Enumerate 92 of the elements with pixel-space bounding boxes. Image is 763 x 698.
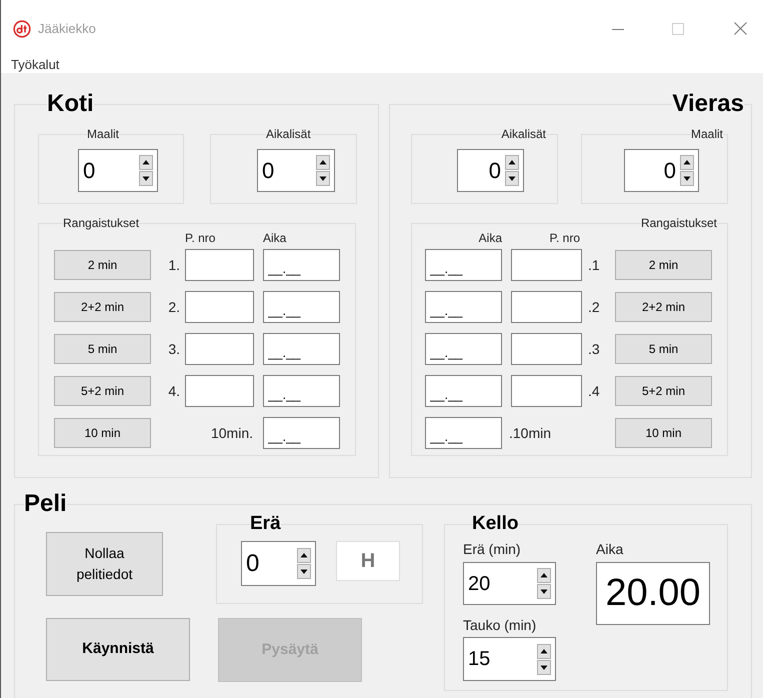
penalty-button[interactable]: 2+2 min [54, 292, 151, 322]
group-title: Peli [24, 490, 67, 518]
row-number: 3. [167, 340, 181, 358]
period-indicator: H [336, 541, 400, 581]
spin-up-button[interactable] [316, 155, 330, 170]
text-field[interactable]: __.__ [425, 291, 502, 323]
text-field[interactable]: __.__ [425, 249, 502, 281]
spin-down-button[interactable] [316, 171, 330, 186]
group-title: Rangaistukset [63, 216, 140, 231]
column-header: P. nro [185, 231, 216, 245]
spin-down-button[interactable] [297, 564, 311, 579]
text-field[interactable] [185, 333, 254, 365]
group-title: Vieras [672, 90, 744, 118]
text-field[interactable] [511, 333, 582, 365]
spin-up-button[interactable] [537, 568, 551, 583]
window-title: Jääkiekko [38, 20, 96, 38]
text-field[interactable]: __.__ [425, 375, 502, 407]
timeouts-spinner[interactable]: 0 [257, 149, 335, 192]
spin-down-button[interactable] [505, 171, 519, 186]
penalty-button[interactable]: 5+2 min [54, 376, 151, 406]
row-number: 2. [167, 298, 181, 316]
text-field[interactable]: __.__ [425, 333, 502, 365]
text-field[interactable] [511, 291, 582, 323]
group-title: Kello [472, 513, 518, 535]
spin-down-button[interactable] [537, 660, 551, 674]
text-field[interactable] [185, 291, 254, 323]
group-title: Rangaistukset [640, 216, 717, 231]
reset-button[interactable]: Nollaa pelitiedot [46, 532, 163, 596]
text-field[interactable]: __.__ [263, 333, 340, 365]
spin-down-button[interactable] [139, 171, 153, 186]
close-icon[interactable] [734, 22, 747, 35]
app-logo-icon [13, 20, 31, 38]
spinner-value: 0 [82, 160, 96, 182]
spin-up-button[interactable] [139, 155, 153, 170]
text-field[interactable]: __.__ [263, 291, 340, 323]
menu-item[interactable]: Työkalut [11, 57, 60, 73]
penalty-button[interactable]: 2 min [615, 250, 712, 280]
penalty-button[interactable]: 10 min [615, 418, 712, 448]
spin-up-button[interactable] [297, 548, 311, 563]
spin-down-button[interactable] [537, 584, 551, 599]
spin-down-button[interactable] [680, 171, 694, 186]
text-field[interactable] [511, 249, 582, 281]
field-label: Erä (min) [463, 541, 522, 557]
row-number: .2 [587, 298, 601, 316]
spin-up-button[interactable] [505, 155, 519, 170]
spinner-value: 20 [467, 574, 492, 594]
group-title: Aikalisät [266, 127, 311, 142]
spinner-value: 0 [261, 160, 276, 182]
spinner-value: 0 [488, 160, 502, 182]
group-title: Aikalisät [501, 127, 546, 142]
text-field[interactable]: __.__ [425, 417, 502, 449]
text-field[interactable]: __.__ [263, 417, 340, 449]
goals-spinner[interactable]: 0 [624, 149, 699, 192]
text-field[interactable]: __.__ [263, 375, 340, 407]
row-number: .4 [587, 382, 601, 400]
start-button[interactable]: Käynnistä [46, 618, 190, 681]
text-field[interactable]: __.__ [263, 249, 340, 281]
penalty-button[interactable]: 2+2 min [615, 292, 712, 322]
penalty-button[interactable]: 2 min [54, 250, 151, 280]
field-label: Aika [596, 541, 624, 557]
timeouts-spinner[interactable]: 0 [457, 149, 524, 192]
spinner-value: 15 [467, 649, 492, 669]
penalty-button[interactable]: 5+2 min [615, 376, 712, 406]
column-header: Aika [478, 231, 502, 245]
field-label: Tauko (min) [463, 617, 538, 633]
spin-up-button[interactable] [537, 644, 551, 658]
row-number: 1. [167, 256, 181, 274]
break-length-spinner[interactable]: 15 [463, 637, 556, 681]
row-number: .1 [587, 256, 601, 274]
period-spinner[interactable]: 0 [241, 541, 316, 586]
spin-up-button[interactable] [680, 155, 694, 170]
text-field[interactable] [511, 375, 582, 407]
text-field[interactable] [185, 249, 254, 281]
column-header: Aika [263, 231, 288, 245]
group-title: Maalit [87, 127, 120, 142]
column-header: P. nro [548, 231, 581, 245]
text-field[interactable] [185, 375, 254, 407]
row-number: 4. [167, 382, 181, 400]
spinner-value: 0 [245, 552, 260, 576]
group-title: Koti [47, 90, 94, 118]
clock-display: 20.00 [596, 562, 710, 625]
row-label: .10min [508, 424, 552, 442]
penalty-button[interactable]: 5 min [615, 334, 712, 364]
group-title: Erä [250, 513, 281, 535]
period-length-spinner[interactable]: 20 [463, 562, 556, 605]
goals-spinner[interactable]: 0 [78, 149, 158, 192]
row-number: .3 [587, 340, 601, 358]
group-title: Maalit [690, 127, 723, 142]
spinner-value: 0 [662, 160, 677, 182]
row-label: 10min. [210, 424, 254, 442]
penalty-button[interactable]: 5 min [54, 334, 151, 364]
penalty-button[interactable]: 10 min [54, 418, 151, 448]
